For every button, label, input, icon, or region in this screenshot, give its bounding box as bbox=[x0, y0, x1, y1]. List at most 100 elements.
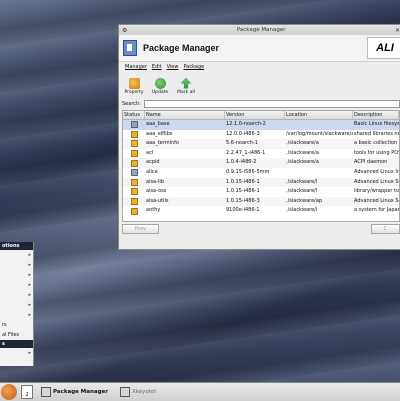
property-icon bbox=[129, 78, 140, 89]
start-menu-item[interactable]: ▸ bbox=[0, 250, 33, 260]
column-status[interactable]: Status bbox=[123, 111, 145, 119]
property-button[interactable]: Property bbox=[123, 78, 145, 95]
status-cell[interactable] bbox=[123, 178, 145, 188]
table-row[interactable]: alsa-utils1.0.15-i486-3./slackware/apAdv… bbox=[123, 197, 399, 207]
table-row[interactable]: acpid1.0.4-i486-2./slackware/aACPI daemo… bbox=[123, 158, 399, 168]
table-row[interactable]: aaa_base12.1.0-noarch-2Basic Linux files… bbox=[123, 120, 399, 130]
start-menu-item-label: s bbox=[2, 341, 5, 347]
status-cell[interactable] bbox=[123, 187, 145, 197]
table-row[interactable]: acl2.2.47_1-i486-1./slackware/atools for… bbox=[123, 149, 399, 159]
prev-button[interactable]: Prev bbox=[122, 224, 159, 234]
submenu-arrow-icon: ▸ bbox=[28, 310, 31, 320]
mark-all-button[interactable]: Mark all bbox=[175, 78, 197, 95]
table-row[interactable]: alsa-lib1.0.15-i486-1./slackware/lAdvanc… bbox=[123, 178, 399, 188]
submenu-arrow-icon: ▸ bbox=[28, 348, 31, 358]
table-row[interactable]: anthy9100e-i486-1./slackware/la system f… bbox=[123, 206, 399, 216]
property-label: Property bbox=[124, 90, 143, 95]
task-label: Xkeyotol bbox=[132, 389, 156, 395]
window-title: Package Manager bbox=[237, 27, 286, 33]
cell-version: 0.9.15-i586-5mm bbox=[225, 168, 285, 178]
menu-view[interactable]: View bbox=[167, 64, 179, 73]
cell-location: ./slackware/l bbox=[285, 187, 353, 197]
distro-logo: ALI bbox=[367, 37, 400, 59]
start-menu-item-label: otions bbox=[2, 243, 20, 249]
window-titlebar[interactable]: ⚙ Package Manager ✕ bbox=[119, 25, 400, 35]
package-manager-window: ⚙ Package Manager ✕ Package Manager ALI … bbox=[118, 24, 400, 250]
package-icon bbox=[131, 140, 138, 147]
task-label: Package Manager bbox=[53, 389, 108, 395]
workspace-pager[interactable]: 2 bbox=[21, 385, 33, 399]
start-menu-button[interactable] bbox=[1, 384, 17, 400]
status-cell[interactable] bbox=[123, 120, 145, 130]
update-label: Update bbox=[152, 90, 168, 95]
cell-location bbox=[285, 120, 353, 130]
package-icon bbox=[131, 198, 138, 205]
close-button[interactable]: C bbox=[371, 224, 400, 234]
table-row[interactable]: alsa-oss1.0.15-i486-1./slackware/llibrar… bbox=[123, 187, 399, 197]
start-menu-item[interactable]: ▸ bbox=[0, 270, 33, 280]
mark-all-label: Mark all bbox=[177, 90, 195, 95]
close-icon[interactable]: ✕ bbox=[395, 27, 400, 34]
table-row[interactable]: alice0.9.15-i586-5mmAdvanced Linux Insta bbox=[123, 168, 399, 178]
column-name[interactable]: Name bbox=[145, 111, 225, 119]
start-menu: otions▸▸▸▸▸▸▸rsal Filess▸ bbox=[0, 242, 34, 366]
package-icon bbox=[131, 150, 138, 157]
toolbar: Property Update Mark all bbox=[119, 73, 400, 99]
menu-manager[interactable]: Manager bbox=[125, 64, 147, 73]
cell-description: Advanced Linux Insta bbox=[353, 168, 399, 178]
start-menu-item[interactable]: rs bbox=[0, 320, 33, 330]
cell-description: tools for using POSIX bbox=[353, 149, 399, 159]
start-menu-item[interactable]: ▸ bbox=[0, 348, 33, 358]
package-icon bbox=[131, 188, 138, 195]
menu-package[interactable]: Package bbox=[183, 64, 204, 73]
table-row[interactable]: aaa_elflibs12.0.0-i486-3/var/log/mount/s… bbox=[123, 130, 399, 140]
status-cell[interactable] bbox=[123, 168, 145, 178]
start-menu-item-label: al Files bbox=[2, 332, 19, 338]
status-cell[interactable] bbox=[123, 139, 145, 149]
status-cell[interactable] bbox=[123, 206, 145, 216]
start-menu-item[interactable]: al Files bbox=[0, 330, 33, 340]
task-xkeyotol[interactable]: Xkeyotol bbox=[116, 385, 160, 399]
cell-name: acl bbox=[145, 149, 225, 159]
cell-version: 12.0.0-i486-3 bbox=[225, 130, 285, 140]
update-button[interactable]: Update bbox=[149, 78, 171, 95]
page-title: Package Manager bbox=[143, 43, 219, 53]
status-cell[interactable] bbox=[123, 158, 145, 168]
table-row[interactable]: aaa_terminfo5.6-noarch-1./slackware/aa b… bbox=[123, 139, 399, 149]
start-menu-item[interactable]: ▸ bbox=[0, 290, 33, 300]
cell-name: aaa_terminfo bbox=[145, 139, 225, 149]
cell-name: aaa_base bbox=[145, 120, 225, 130]
cell-version: 12.1.0-noarch-2 bbox=[225, 120, 285, 130]
package-icon bbox=[131, 179, 138, 186]
column-location[interactable]: Location bbox=[285, 111, 353, 119]
search-label: Search: bbox=[122, 101, 141, 107]
cell-name: acpid bbox=[145, 158, 225, 168]
start-menu-item[interactable]: ▸ bbox=[0, 310, 33, 320]
status-cell[interactable] bbox=[123, 149, 145, 159]
column-version[interactable]: Version bbox=[225, 111, 285, 119]
cell-name: anthy bbox=[145, 206, 225, 216]
package-icon bbox=[131, 131, 138, 138]
status-cell[interactable] bbox=[123, 197, 145, 207]
start-menu-item[interactable]: ▸ bbox=[0, 300, 33, 310]
cell-location bbox=[285, 168, 353, 178]
column-description[interactable]: Description bbox=[353, 111, 399, 119]
cell-version: 2.2.47_1-i486-1 bbox=[225, 149, 285, 159]
cell-description: shared libraries need bbox=[353, 130, 399, 140]
window-menu-icon[interactable]: ⚙ bbox=[122, 27, 127, 34]
cell-description: a basic collection of bbox=[353, 139, 399, 149]
start-menu-item[interactable]: otions bbox=[0, 242, 33, 250]
status-cell[interactable] bbox=[123, 130, 145, 140]
start-menu-item[interactable]: ▸ bbox=[0, 280, 33, 290]
cell-version: 9100e-i486-1 bbox=[225, 206, 285, 216]
cell-description: Advanced Linux Sou bbox=[353, 178, 399, 188]
package-icon bbox=[131, 208, 138, 215]
start-menu-item[interactable]: ▸ bbox=[0, 260, 33, 270]
cell-description: Advanced Linux Sou bbox=[353, 197, 399, 207]
search-input[interactable] bbox=[144, 100, 400, 108]
start-menu-item[interactable]: s bbox=[0, 340, 33, 348]
menu-edit[interactable]: Edit bbox=[152, 64, 162, 73]
package-table: Status Name Version Location Description… bbox=[122, 110, 400, 222]
task-package-manager[interactable]: Package Manager bbox=[37, 385, 112, 399]
cell-version: 5.6-noarch-1 bbox=[225, 139, 285, 149]
